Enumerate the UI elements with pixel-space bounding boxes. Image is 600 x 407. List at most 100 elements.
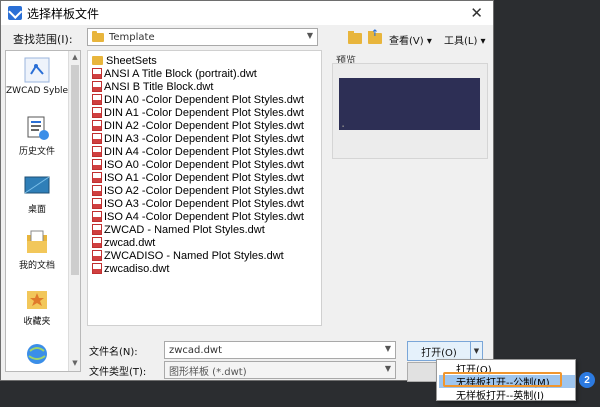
- list-item[interactable]: ISO A1 -Color Dependent Plot Styles.dwt: [92, 171, 304, 184]
- place-label: 收藏夹: [23, 317, 51, 327]
- file-name: DIN A0 -Color Dependent Plot Styles.dwt: [104, 93, 304, 106]
- file-name: ANSI A Title Block (portrait).dwt: [104, 67, 257, 80]
- template-preview-image: ▪: [339, 78, 480, 130]
- open-button[interactable]: 打开(O): [407, 341, 471, 361]
- dwt-file-icon: [92, 146, 102, 157]
- menu-item-open-imperial[interactable]: 无样板打开--英制(I): [439, 388, 575, 402]
- documents-icon: [27, 230, 47, 253]
- back-folder-icon[interactable]: [348, 31, 362, 44]
- list-item[interactable]: ISO A4 -Color Dependent Plot Styles.dwt: [92, 210, 304, 223]
- chevron-down-icon: ▼: [306, 31, 313, 40]
- place-network[interactable]: [6, 341, 68, 367]
- file-name: DIN A2 -Color Dependent Plot Styles.dwt: [104, 119, 304, 132]
- filetype-value: 图形样板 (*.dwt): [169, 366, 247, 378]
- list-item[interactable]: ISO A3 -Color Dependent Plot Styles.dwt: [92, 197, 304, 210]
- list-item[interactable]: zwcadiso.dwt: [92, 262, 169, 275]
- chevron-down-icon[interactable]: ▼: [385, 344, 391, 353]
- filetype-select[interactable]: 图形样板 (*.dwt) ▼: [164, 361, 396, 379]
- dwt-file-icon: [92, 133, 102, 144]
- places-bar: ZWCAD Syble 历史文件 桌面 我的文档 收藏夹 ▲ ▼: [5, 50, 81, 372]
- chevron-down-icon[interactable]: ▼: [385, 364, 391, 373]
- tools-label: 工具(L): [444, 36, 478, 47]
- place-my-documents[interactable]: 我的文档: [6, 229, 68, 271]
- list-item[interactable]: zwcad.dwt: [92, 236, 155, 249]
- file-name: ANSI B Title Block.dwt: [104, 80, 214, 93]
- history-icon: [27, 116, 49, 140]
- folder-icon: [92, 30, 104, 42]
- file-list[interactable]: SheetSets ANSI A Title Block (portrait).…: [87, 50, 322, 326]
- dialog-title: 选择样板文件: [27, 6, 100, 21]
- file-name: zwcad.dwt: [104, 236, 156, 249]
- list-item[interactable]: DIN A2 -Color Dependent Plot Styles.dwt: [92, 119, 304, 132]
- scroll-down-icon[interactable]: ▼: [71, 359, 79, 367]
- dwt-file-icon: [92, 120, 102, 131]
- step-badge: 2: [579, 372, 595, 388]
- file-name: ZWCAD - Named Plot Styles.dwt: [104, 223, 265, 236]
- list-item[interactable]: ANSI B Title Block.dwt: [92, 80, 213, 93]
- dwt-file-icon: [92, 94, 102, 105]
- list-item[interactable]: DIN A4 -Color Dependent Plot Styles.dwt: [92, 145, 304, 158]
- list-item[interactable]: ISO A2 -Color Dependent Plot Styles.dwt: [92, 184, 304, 197]
- place-desktop[interactable]: 桌面: [6, 173, 68, 215]
- close-icon[interactable]: ✕: [470, 4, 483, 22]
- lookin-combo[interactable]: Template ▼: [87, 28, 318, 46]
- folder-icon: [92, 56, 103, 65]
- list-item[interactable]: ZWCAD - Named Plot Styles.dwt: [92, 223, 265, 236]
- dwt-file-icon: [92, 81, 102, 92]
- globe-icon: [27, 344, 47, 364]
- file-name: DIN A1 -Color Dependent Plot Styles.dwt: [104, 106, 304, 119]
- place-label: 桌面: [27, 205, 46, 215]
- open-dropdown-arrow[interactable]: ▼: [470, 341, 483, 361]
- dwt-file-icon: [92, 198, 102, 209]
- list-item[interactable]: SheetSets: [92, 54, 157, 67]
- dwt-file-icon: [92, 237, 102, 248]
- list-item[interactable]: DIN A1 -Color Dependent Plot Styles.dwt: [92, 106, 304, 119]
- scroll-up-icon[interactable]: ▲: [71, 53, 79, 61]
- lookin-label: 查找范围(I):: [13, 33, 73, 46]
- list-item[interactable]: ZWCADISO - Named Plot Styles.dwt: [92, 249, 284, 262]
- list-item[interactable]: ISO A0 -Color Dependent Plot Styles.dwt: [92, 158, 304, 171]
- filename-value: zwcad.dwt: [169, 344, 223, 356]
- file-name: zwcadiso.dwt: [104, 262, 170, 275]
- zwcad-app-icon: [8, 6, 22, 20]
- filetype-label: 文件类型(T):: [89, 367, 147, 378]
- file-name: ZWCADISO - Named Plot Styles.dwt: [104, 249, 284, 262]
- views-label: 查看(V): [389, 36, 424, 47]
- preview-panel: ▪: [332, 63, 488, 159]
- desktop-icon: [24, 176, 50, 194]
- file-name: DIN A4 -Color Dependent Plot Styles.dwt: [104, 145, 304, 158]
- list-item[interactable]: DIN A3 -Color Dependent Plot Styles.dwt: [92, 132, 304, 145]
- highlight-callout: [443, 372, 562, 387]
- list-item[interactable]: DIN A0 -Color Dependent Plot Styles.dwt: [92, 93, 304, 106]
- file-name: DIN A3 -Color Dependent Plot Styles.dwt: [104, 132, 304, 145]
- lookin-value: Template: [109, 31, 155, 43]
- list-item[interactable]: ANSI A Title Block (portrait).dwt: [92, 67, 257, 80]
- file-name: ISO A2 -Color Dependent Plot Styles.dwt: [104, 184, 304, 197]
- place-zwcad-syble[interactable]: ZWCAD Syble: [6, 57, 68, 96]
- dwt-file-icon: [92, 185, 102, 196]
- up-folder-icon[interactable]: [368, 29, 382, 44]
- dwt-file-icon: [92, 250, 102, 261]
- file-name: ISO A4 -Color Dependent Plot Styles.dwt: [104, 210, 304, 223]
- file-name: SheetSets: [106, 54, 157, 67]
- dwt-file-icon: [92, 107, 102, 118]
- place-label: 我的文档: [18, 261, 55, 271]
- file-name: ISO A1 -Color Dependent Plot Styles.dwt: [104, 171, 304, 184]
- place-label: ZWCAD Syble: [6, 86, 69, 96]
- file-name: ISO A0 -Color Dependent Plot Styles.dwt: [104, 158, 304, 171]
- dwt-file-icon: [92, 263, 102, 274]
- zwcad-syble-icon: [24, 57, 50, 83]
- place-history[interactable]: 历史文件: [6, 115, 68, 157]
- dwt-file-icon: [92, 159, 102, 170]
- place-favorites[interactable]: 收藏夹: [6, 285, 68, 327]
- tools-menu[interactable]: 工具(L) ▾: [444, 32, 486, 47]
- views-menu[interactable]: 查看(V) ▾: [389, 32, 432, 47]
- dwt-file-icon: [92, 224, 102, 235]
- file-name: ISO A3 -Color Dependent Plot Styles.dwt: [104, 197, 304, 210]
- title-bar: 选择样板文件 ✕: [1, 1, 493, 25]
- filename-input[interactable]: zwcad.dwt ▼: [164, 341, 396, 359]
- filename-label: 文件名(N):: [89, 347, 138, 358]
- places-scrollbar[interactable]: ▲ ▼: [68, 51, 80, 371]
- select-template-dialog: 选择样板文件 ✕ 查找范围(I): Template ▼ 查看(V) ▾ 工具(…: [0, 0, 494, 382]
- scroll-thumb[interactable]: [71, 65, 79, 275]
